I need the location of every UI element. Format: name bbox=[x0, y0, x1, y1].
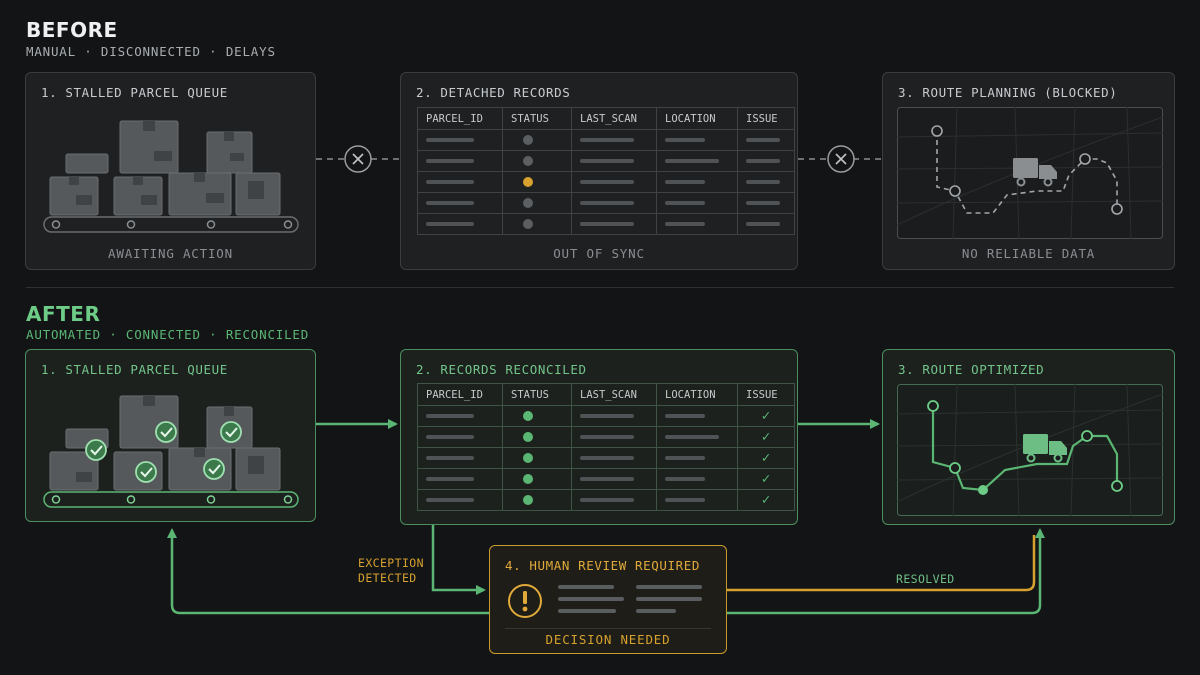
table-row: ✓ bbox=[417, 489, 795, 511]
review-divider bbox=[505, 628, 711, 629]
check-icon: ✓ bbox=[761, 492, 771, 508]
table-row: ✓ bbox=[417, 426, 795, 448]
table-row: ✓ bbox=[417, 468, 795, 490]
check-circle-icon bbox=[220, 421, 242, 443]
route-map bbox=[897, 384, 1163, 516]
column-header: ISSUE bbox=[737, 383, 795, 406]
check-icon: ✓ bbox=[761, 429, 771, 445]
panel-title: 4. HUMAN REVIEW REQUIRED bbox=[505, 558, 701, 573]
after-route-panel: 3. ROUTE OPTIMIZED bbox=[882, 349, 1175, 525]
table-header-row: PARCEL_ID STATUS LAST_SCAN LOCATION ISSU… bbox=[417, 383, 795, 406]
column-header: STATUS bbox=[502, 383, 572, 406]
status-dot bbox=[523, 411, 533, 421]
panel-title: 2. RECORDS RECONCILED bbox=[416, 362, 587, 377]
check-icon: ✓ bbox=[761, 471, 771, 487]
check-icon: ✓ bbox=[761, 450, 771, 466]
panel-caption: DECISION NEEDED bbox=[545, 632, 671, 647]
after-records-panel: 2. RECORDS RECONCILED PARCEL_ID STATUS L… bbox=[400, 349, 798, 525]
column-header: LOCATION bbox=[656, 383, 738, 406]
status-dot bbox=[523, 453, 533, 463]
column-header: LAST_SCAN bbox=[571, 383, 657, 406]
alert-icon bbox=[508, 584, 542, 618]
check-circle-icon bbox=[135, 461, 157, 483]
parcel-boxes-illustration bbox=[43, 395, 299, 508]
check-icon: ✓ bbox=[761, 408, 771, 424]
check-circle-icon bbox=[85, 439, 107, 461]
records-table: PARCEL_ID STATUS LAST_SCAN LOCATION ISSU… bbox=[417, 383, 795, 511]
table-row: ✓ bbox=[417, 447, 795, 469]
table-row: ✓ bbox=[417, 405, 795, 427]
column-header: PARCEL_ID bbox=[417, 383, 503, 406]
status-dot bbox=[523, 432, 533, 442]
resolved-label: RESOLVED bbox=[896, 572, 955, 586]
panel-title: 3. ROUTE OPTIMIZED bbox=[898, 362, 1045, 377]
human-review-panel: 4. HUMAN REVIEW REQUIRED DECISION NEEDED bbox=[489, 545, 727, 654]
exception-label-line: EXCEPTION bbox=[358, 556, 424, 570]
check-circle-icon bbox=[155, 421, 177, 443]
exception-label-line: DETECTED bbox=[358, 571, 417, 585]
status-dot bbox=[523, 495, 533, 505]
check-circle-icon bbox=[203, 458, 225, 480]
status-dot bbox=[523, 474, 533, 484]
exception-detected-label: EXCEPTION DETECTED bbox=[358, 556, 424, 586]
review-details bbox=[508, 584, 702, 618]
after-parcel-queue-panel: 1. STALLED PARCEL QUEUE bbox=[25, 349, 316, 522]
